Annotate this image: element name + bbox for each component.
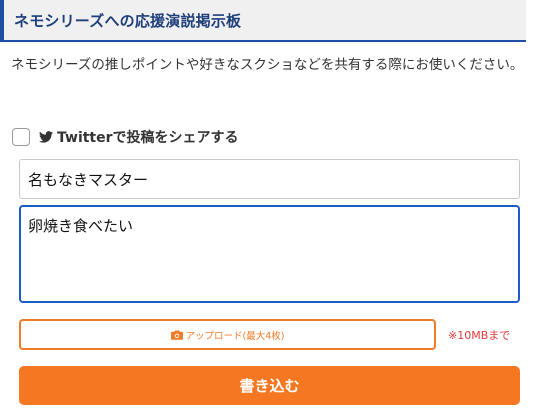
upload-button-label: アップロード(最大4枚)	[185, 330, 285, 342]
submit-button[interactable]: 書き込む	[19, 366, 520, 405]
upload-size-note: ※10MBまで	[448, 329, 511, 342]
share-twitter-label: Twitterで投稿をシェアする	[57, 130, 239, 146]
twitter-icon	[39, 131, 53, 143]
share-twitter-checkbox[interactable]	[12, 128, 30, 146]
board-header: ネモシリーズへの応援演説掲示板	[0, 0, 526, 42]
board-description: ネモシリーズの推しポイントや好きなスクショなどを共有する際にお使いください。	[11, 57, 524, 73]
share-twitter-row[interactable]: Twitterで投稿をシェアする	[12, 126, 239, 148]
bbs-post-form: ネモシリーズへの応援演説掲示板 ネモシリーズの推しポイントや好きなスクショなどを…	[0, 0, 539, 412]
upload-button[interactable]: アップロード(最大4枚)	[19, 319, 436, 350]
name-input[interactable]	[19, 159, 520, 199]
camera-icon	[170, 330, 183, 340]
board-title: ネモシリーズへの応援演説掲示板	[14, 11, 242, 30]
message-textarea[interactable]: 卵焼き食べたい	[19, 205, 520, 303]
